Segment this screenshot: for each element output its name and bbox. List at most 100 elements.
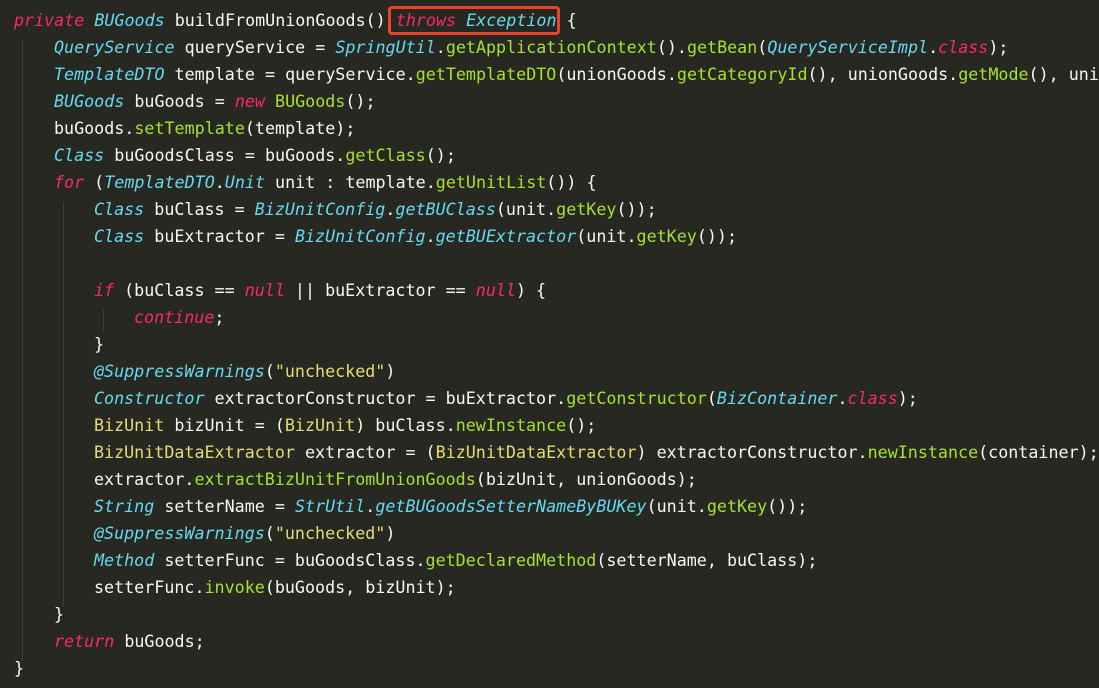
code-line[interactable]: BizUnitDataExtractor extractor = (BizUni… <box>0 439 1099 466</box>
code-token: buGoods; <box>114 631 205 651</box>
code-line[interactable]: BUGoods buGoods = new BUGoods(); <box>0 88 1099 115</box>
code-token: BizUnitDataExtractor <box>94 442 295 462</box>
code-token: ) <box>385 361 396 381</box>
code-token: (), unionGoods. <box>807 64 959 84</box>
code-token: ( <box>264 523 275 543</box>
code-token: "unchecked" <box>274 523 386 543</box>
code-line[interactable]: Method setterFunc = buGoodsClass.getDecl… <box>0 547 1099 574</box>
code-token: getBUClass <box>395 199 496 219</box>
code-line[interactable]: buGoods.setTemplate(template); <box>0 115 1099 142</box>
code-token: getKey <box>706 496 768 516</box>
code-token: TemplateDTO <box>54 64 165 84</box>
code-token: Constructor <box>94 388 205 408</box>
code-line[interactable]: @SuppressWarnings("unchecked") <box>0 358 1099 385</box>
code-line[interactable]: Constructor extractorConstructor = buExt… <box>0 385 1099 412</box>
code-line[interactable]: return buGoods; <box>0 628 1099 655</box>
code-line[interactable]: continue; <box>0 304 1099 331</box>
code-token: template = queryService. <box>164 64 416 84</box>
code-token: ); <box>988 37 1009 57</box>
code-token: buildFromUnionGoods <box>174 10 366 30</box>
code-token: new <box>234 91 265 111</box>
code-token: getClass <box>345 145 426 165</box>
code-token: getBean <box>686 37 758 57</box>
code-line[interactable]: } <box>0 655 1099 682</box>
code-token: TemplateDTO <box>104 172 215 192</box>
code-token: ( <box>757 37 768 57</box>
code-editor[interactable]: private BUGoods buildFromUnionGoods() th… <box>0 0 1099 688</box>
code-token: (buGoods, bizUnit); <box>264 577 456 597</box>
code-line[interactable]: TemplateDTO template = queryService.getT… <box>0 61 1099 88</box>
code-token: ) extractorConstructor. <box>636 442 868 462</box>
code-token: (), unio <box>1028 64 1099 84</box>
code-token: private <box>14 10 85 30</box>
code-token: @SuppressWarnings <box>94 523 265 543</box>
code-token: getMode <box>958 64 1029 84</box>
code-token: ( <box>706 388 717 408</box>
code-token: extractor = ( <box>294 442 436 462</box>
code-token: getBUExtractor <box>435 226 577 246</box>
code-token: class <box>847 388 898 408</box>
code-token: . <box>214 172 225 192</box>
code-token: setTemplate <box>134 118 245 138</box>
code-line[interactable]: QueryService queryService = SpringUtil.g… <box>0 34 1099 61</box>
code-token: ) { <box>515 280 547 300</box>
code-token: "unchecked" <box>274 361 386 381</box>
code-token: null <box>475 280 516 300</box>
code-token: { <box>556 10 577 30</box>
code-token: () <box>365 10 396 30</box>
code-token: } <box>14 658 25 678</box>
code-token: bizUnit = ( <box>164 415 285 435</box>
code-line[interactable]: Class buClass = BizUnitConfig.getBUClass… <box>0 196 1099 223</box>
code-token: BizUnit <box>284 415 356 435</box>
code-line[interactable]: BizUnit bizUnit = (BizUnit) buClass.newI… <box>0 412 1099 439</box>
code-line[interactable]: @SuppressWarnings("unchecked") <box>0 520 1099 547</box>
code-token: ); <box>897 388 918 408</box>
code-token: buExtractor = <box>144 226 295 246</box>
code-token: Class <box>54 145 105 165</box>
code-line[interactable]: String setterName = StrUtil.getBUGoodsSe… <box>0 493 1099 520</box>
code-token: StrUtil <box>294 496 366 516</box>
code-token: . <box>435 37 446 57</box>
code-token: ; <box>214 307 225 327</box>
code-token: null <box>244 280 285 300</box>
code-token: . <box>837 388 848 408</box>
code-token: ) buClass. <box>355 415 456 435</box>
code-line[interactable]: } <box>0 331 1099 358</box>
code-line[interactable]: if (buClass == null || buExtractor == nu… <box>0 277 1099 304</box>
code-line[interactable]: extractor.extractBizUnitFromUnionGoods(b… <box>0 466 1099 493</box>
code-token: newInstance <box>455 415 567 435</box>
code-token: queryService = <box>174 37 336 57</box>
code-token: for <box>54 172 85 192</box>
code-token: } <box>94 334 105 354</box>
code-token: invoke <box>204 577 265 597</box>
code-line[interactable] <box>0 250 1099 277</box>
code-token: BizUnitConfig <box>294 226 426 246</box>
code-token: Exception <box>466 10 557 30</box>
code-token: (). <box>656 37 687 57</box>
code-line[interactable]: Class buGoodsClass = buGoods.getClass(); <box>0 142 1099 169</box>
code-token: ()); <box>616 199 657 219</box>
code-token: BUGoods <box>94 10 165 30</box>
code-token: BizUnitConfig <box>254 199 386 219</box>
code-token: @SuppressWarnings <box>94 361 265 381</box>
code-token: return <box>54 631 115 651</box>
code-line[interactable]: Class buExtractor = BizUnitConfig.getBUE… <box>0 223 1099 250</box>
code-line[interactable]: } <box>0 601 1099 628</box>
code-token: . <box>425 226 436 246</box>
code-line[interactable]: for (TemplateDTO.Unit unit : template.ge… <box>0 169 1099 196</box>
code-token: . <box>365 496 376 516</box>
code-token: extractorConstructor = buExtractor. <box>204 388 567 408</box>
code-token: newInstance <box>867 442 979 462</box>
code-token: . <box>385 199 396 219</box>
code-line[interactable]: setterFunc.invoke(buGoods, bizUnit); <box>0 574 1099 601</box>
code-token: buGoodsClass = buGoods. <box>104 145 346 165</box>
code-line[interactable]: private BUGoods buildFromUnionGoods() th… <box>0 7 1099 34</box>
code-token: continue <box>134 307 215 327</box>
code-token: QueryServiceImpl <box>767 37 929 57</box>
code-token: SpringUtil <box>335 37 436 57</box>
code-token: BizUnitDataExtractor <box>435 442 637 462</box>
code-token: (unit. <box>646 496 707 516</box>
